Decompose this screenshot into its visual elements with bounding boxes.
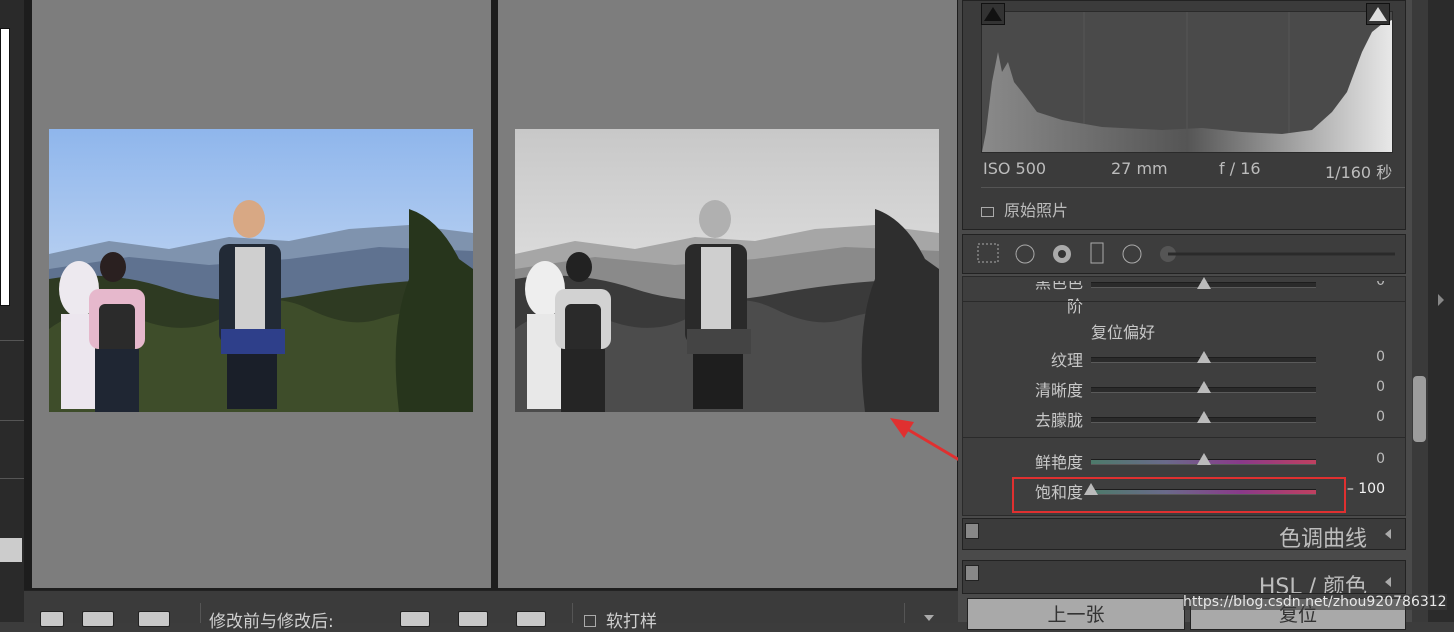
tone-curve-title: 色调曲线 (1278, 527, 1367, 552)
section-toggle-switch[interactable] (965, 523, 979, 539)
after-photo (515, 129, 939, 412)
tone-curve-section-header[interactable]: 色调曲线 (962, 518, 1406, 552)
divider (963, 437, 1405, 438)
slider-handle[interactable] (1196, 351, 1211, 363)
copy-before-to-after-button[interactable] (400, 611, 430, 627)
swap-button[interactable] (516, 611, 546, 627)
graduated-filter-icon[interactable] (1085, 241, 1109, 267)
red-eye-icon[interactable] (1050, 241, 1076, 267)
original-photo-toggle[interactable]: 原始照片 (981, 197, 1068, 221)
compare-workspace (24, 0, 958, 590)
slider-label: 鲜艳度 (1034, 453, 1083, 472)
slider-value: 0 (1376, 349, 1385, 365)
collapse-arrow-icon (1385, 577, 1391, 587)
slider-value: 0 (1376, 409, 1385, 425)
exif-focal-length: 27 mm (1111, 159, 1168, 178)
exif-shutter: 1/160 秒 (1325, 163, 1393, 182)
view-mode-button[interactable] (40, 611, 64, 627)
blacks-slider-value: 0 (1376, 273, 1385, 289)
divider (200, 603, 201, 623)
slider-value: 0 (1376, 451, 1385, 467)
slider-value: – 100 (1346, 481, 1385, 497)
slider-label: 清晰度 (1034, 381, 1083, 400)
blacks-slider-label: 黑色色阶 (1034, 273, 1083, 316)
hsl-section-header[interactable]: HSL / 颜色 (962, 560, 1406, 594)
softproof-checkbox[interactable] (584, 615, 596, 627)
before-pane[interactable] (32, 0, 491, 588)
before-after-mode-button[interactable] (82, 611, 114, 627)
highlight-clipping-icon[interactable] (1366, 3, 1390, 25)
left-panel-strip (0, 0, 24, 622)
bottom-toolbar: 修改前与修改后: 软打样 (24, 590, 958, 632)
original-photo-checkbox[interactable] (981, 206, 994, 217)
spot-removal-icon[interactable] (1013, 241, 1039, 267)
slider-handle[interactable] (1196, 381, 1211, 393)
original-photo-label: 原始照片 (1004, 201, 1069, 220)
hsl-title: HSL / 颜色 (1258, 575, 1367, 594)
adjustment-brush-icon[interactable] (1156, 241, 1180, 267)
radial-filter-icon[interactable] (1120, 241, 1146, 267)
section-toggle-switch[interactable] (965, 565, 979, 581)
histogram-panel: ISO 500 27 mm f / 16 1/160 秒 原始照片 (962, 0, 1406, 230)
collapse-right-panel-icon[interactable] (1438, 294, 1444, 306)
histogram[interactable] (981, 11, 1393, 153)
divider (981, 187, 1405, 188)
toolbar-menu-chevron-icon[interactable] (924, 615, 934, 621)
before-photo (49, 129, 473, 412)
divider (0, 340, 24, 341)
saturation-highlight-box (1012, 477, 1346, 513)
slider-value: 0 (1376, 379, 1385, 395)
slider-label: 纹理 (1050, 351, 1083, 370)
divider (0, 478, 24, 479)
right-edge-strip (1428, 0, 1454, 622)
watermark: https://blog.csdn.net/zhou920786312 (1183, 594, 1447, 610)
reset-preferences-label[interactable]: 复位偏好 (1091, 319, 1155, 343)
previous-button[interactable]: 上一张 (967, 598, 1185, 630)
copy-after-to-before-button[interactable] (458, 611, 488, 627)
divider (0, 420, 24, 421)
slider-label: 去朦胧 (1034, 411, 1083, 430)
panel-scrollbar-track[interactable] (1412, 0, 1428, 622)
tool-strip (962, 234, 1406, 274)
shadow-clipping-icon[interactable] (981, 3, 1005, 25)
crop-tool-icon[interactable] (975, 241, 1001, 267)
blacks-slider-handle[interactable] (1197, 277, 1211, 289)
softproof-label: 软打样 (606, 612, 657, 632)
slider-handle[interactable] (1196, 453, 1211, 465)
exif-iso: ISO 500 (983, 159, 1047, 178)
slider-handle[interactable] (1196, 411, 1211, 423)
collapse-arrow-icon (1385, 529, 1391, 539)
exif-aperture: f / 16 (1219, 159, 1261, 178)
panel-scrollbar-thumb[interactable] (1413, 376, 1426, 442)
divider (904, 603, 905, 623)
left-panel-button[interactable] (0, 538, 22, 562)
before-after-layout-button[interactable] (138, 611, 170, 627)
divider (572, 603, 573, 623)
before-after-label: 修改前与修改后: (209, 612, 334, 632)
divider (963, 301, 1405, 302)
filmstrip-thumbnail[interactable] (0, 28, 10, 306)
